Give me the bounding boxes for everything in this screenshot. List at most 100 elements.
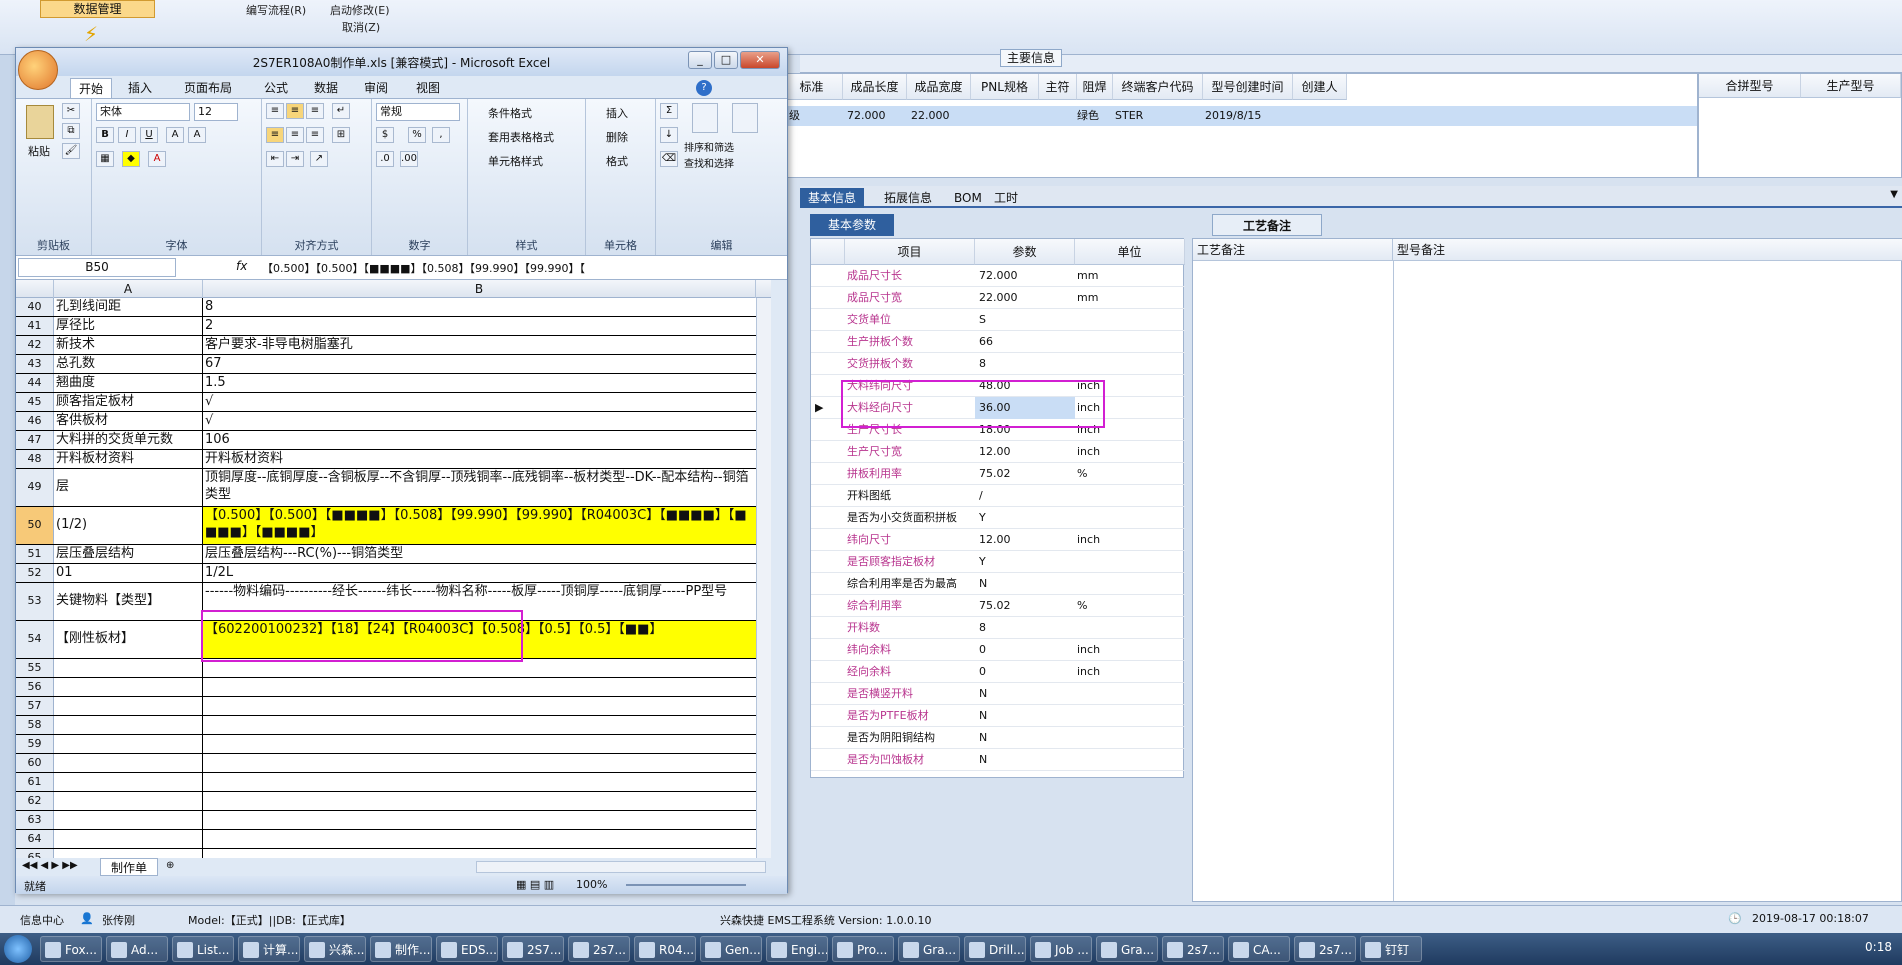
table-row[interactable]: 46 客供板材 √	[16, 412, 771, 431]
row-number[interactable]: 53	[16, 583, 54, 620]
table-row[interactable]: 45 顾客指定板材 √	[16, 393, 771, 412]
minimize-button[interactable]: _	[688, 51, 712, 69]
shrink-font-icon[interactable]: A	[188, 127, 206, 143]
chevron-down-icon[interactable]: ▼	[1890, 189, 1898, 200]
increase-decimal-icon[interactable]: .0	[376, 151, 394, 167]
percent-icon[interactable]: %	[408, 127, 426, 143]
row-number[interactable]: 56	[16, 678, 54, 696]
param-value[interactable]: 22.000	[975, 287, 1075, 309]
tab-craft-notes[interactable]: 工艺备注	[1212, 214, 1323, 236]
taskbar-item[interactable]: 钉钉	[1360, 936, 1422, 962]
grid-header-length[interactable]: 成品长度	[843, 74, 907, 100]
model-grid[interactable]: 标准 成品长度 成品宽度 PNL规格 主符 阻焊 终端客户代码 型号创建时间 创…	[780, 73, 1698, 178]
row-number[interactable]: 51	[16, 545, 54, 563]
cell-b[interactable]	[203, 830, 756, 848]
align-top-icon[interactable]: ≡	[266, 103, 284, 119]
excel-titlebar[interactable]: 2S7ER108A0制作单.xls [兼容模式] - Microsoft Exc…	[16, 48, 787, 76]
combined-model-header[interactable]: 合拼型号	[1699, 74, 1801, 98]
table-row[interactable]: 48 开料板材资料 开料板材资料	[16, 450, 771, 469]
tab-page-layout[interactable]: 页面布局	[176, 78, 240, 98]
cell-b[interactable]	[203, 716, 756, 734]
param-value[interactable]: 12.00	[975, 529, 1075, 551]
merge-cells-icon[interactable]: ⊞	[332, 127, 350, 143]
delete-cells-button[interactable]: 删除	[606, 129, 628, 145]
combined-model-box[interactable]: 合拼型号 生产型号	[1698, 73, 1902, 178]
cell-styles-button[interactable]: 单元格样式	[488, 153, 543, 169]
cell-a[interactable]: 【刚性板材】	[54, 621, 203, 658]
tab-review[interactable]: 审阅	[356, 78, 396, 98]
production-model-header[interactable]: 生产型号	[1801, 74, 1901, 98]
align-right-icon[interactable]: ≡	[306, 127, 324, 143]
taskbar-item[interactable]: List...	[172, 936, 234, 962]
param-row[interactable]: 开料图纸 /	[811, 485, 1185, 507]
table-row[interactable]: 44 翘曲度 1.5	[16, 374, 771, 393]
param-value[interactable]: N	[975, 705, 1075, 727]
param-row[interactable]: 是否为小交货面积拼板 Y	[811, 507, 1185, 529]
param-value[interactable]: N	[975, 683, 1075, 705]
table-row[interactable]: 62	[16, 792, 771, 811]
cell-b[interactable]	[203, 773, 756, 791]
cell-a[interactable]	[54, 678, 203, 696]
wrap-text-icon[interactable]: ↵	[332, 103, 350, 119]
fill-icon[interactable]: ↓	[660, 127, 678, 143]
row-number[interactable]: 50	[16, 507, 54, 544]
cell-a[interactable]: 层	[54, 469, 203, 506]
align-middle-icon[interactable]: ≡	[286, 103, 304, 119]
cell-b[interactable]: √	[203, 412, 756, 430]
conditional-format-button[interactable]: 条件格式	[488, 105, 532, 121]
insert-cells-button[interactable]: 插入	[606, 105, 628, 121]
table-row[interactable]: 50 (1/2) 【0.500】【0.500】【■■■■】【0.508】【99.99…	[16, 507, 771, 545]
tab-formulas[interactable]: 公式	[256, 78, 296, 98]
param-row[interactable]: 拼板利用率 75.02%	[811, 463, 1185, 485]
view-buttons[interactable]: ▦ ▤ ▥	[516, 878, 554, 891]
align-bottom-icon[interactable]: ≡	[306, 103, 324, 119]
table-row[interactable]: 47 大料拼的交货单元数 106	[16, 431, 771, 450]
cell-b[interactable]	[203, 735, 756, 753]
sheet-nav-icon[interactable]: ◀◀ ◀ ▶ ▶▶	[22, 860, 78, 871]
row-number[interactable]: 43	[16, 355, 54, 373]
table-row[interactable]: 58	[16, 716, 771, 735]
row-number[interactable]: 42	[16, 336, 54, 354]
cell-a[interactable]	[54, 792, 203, 810]
table-row[interactable]: 61	[16, 773, 771, 792]
table-row[interactable]: 52 01 1/2L	[16, 564, 771, 583]
close-button[interactable]: ✕	[740, 51, 780, 69]
font-name-select[interactable]: 宋体	[96, 103, 190, 121]
cell-b[interactable]: 层压叠层结构---RC(%)---铜箔类型	[203, 545, 756, 563]
taskbar-item[interactable]: EDS...	[436, 936, 498, 962]
cell-a[interactable]: 顾客指定板材	[54, 393, 203, 411]
sort-filter-icon[interactable]	[692, 103, 718, 133]
cell-b[interactable]	[203, 678, 756, 696]
param-row[interactable]: 综合利用率 75.02%	[811, 595, 1185, 617]
copy-icon[interactable]: ⧉	[62, 123, 80, 139]
excel-window[interactable]: 2S7ER108A0制作单.xls [兼容模式] - Microsoft Exc…	[15, 47, 788, 894]
new-sheet-icon[interactable]: ⊕	[166, 860, 174, 871]
cell-a[interactable]	[54, 659, 203, 677]
param-row[interactable]: 开料数 8	[811, 617, 1185, 639]
format-painter-icon[interactable]: 🖌	[62, 143, 80, 159]
sheet-tab[interactable]: 制作单	[100, 858, 159, 876]
tab-basic-params[interactable]: 基本参数	[810, 214, 895, 236]
formula-input[interactable]: 【0.500】【0.500】【■■■■】【0.508】【99.990】【99.9…	[262, 260, 752, 276]
paste-icon[interactable]	[26, 105, 54, 139]
row-number[interactable]: 62	[16, 792, 54, 810]
cell-a[interactable]: 孔到线间距	[54, 298, 203, 316]
param-row[interactable]: 是否顾客指定板材 Y	[811, 551, 1185, 573]
comma-icon[interactable]: ,	[432, 127, 450, 143]
taskbar-item[interactable]: 制作...	[370, 936, 432, 962]
grid-header-creator[interactable]: 创建人	[1293, 74, 1347, 100]
param-value[interactable]: Y	[975, 507, 1075, 529]
row-number[interactable]: 64	[16, 830, 54, 848]
row-number[interactable]: 47	[16, 431, 54, 449]
param-row[interactable]: 交货单位 S	[811, 309, 1185, 331]
cell-a[interactable]: 开料板材资料	[54, 450, 203, 468]
number-format-select[interactable]: 常规	[376, 103, 460, 121]
cell-a[interactable]: 层压叠层结构	[54, 545, 203, 563]
cell-b[interactable]: 【0.500】【0.500】【■■■■】【0.508】【99.990】【99.9…	[203, 507, 756, 544]
row-number[interactable]: 61	[16, 773, 54, 791]
cell-b[interactable]: 8	[203, 298, 756, 316]
select-all-corner[interactable]	[16, 280, 54, 298]
taskbar-item[interactable]: 2s7...	[568, 936, 630, 962]
lightning-icon[interactable]: ⚡	[84, 22, 100, 46]
cell-a[interactable]	[54, 735, 203, 753]
